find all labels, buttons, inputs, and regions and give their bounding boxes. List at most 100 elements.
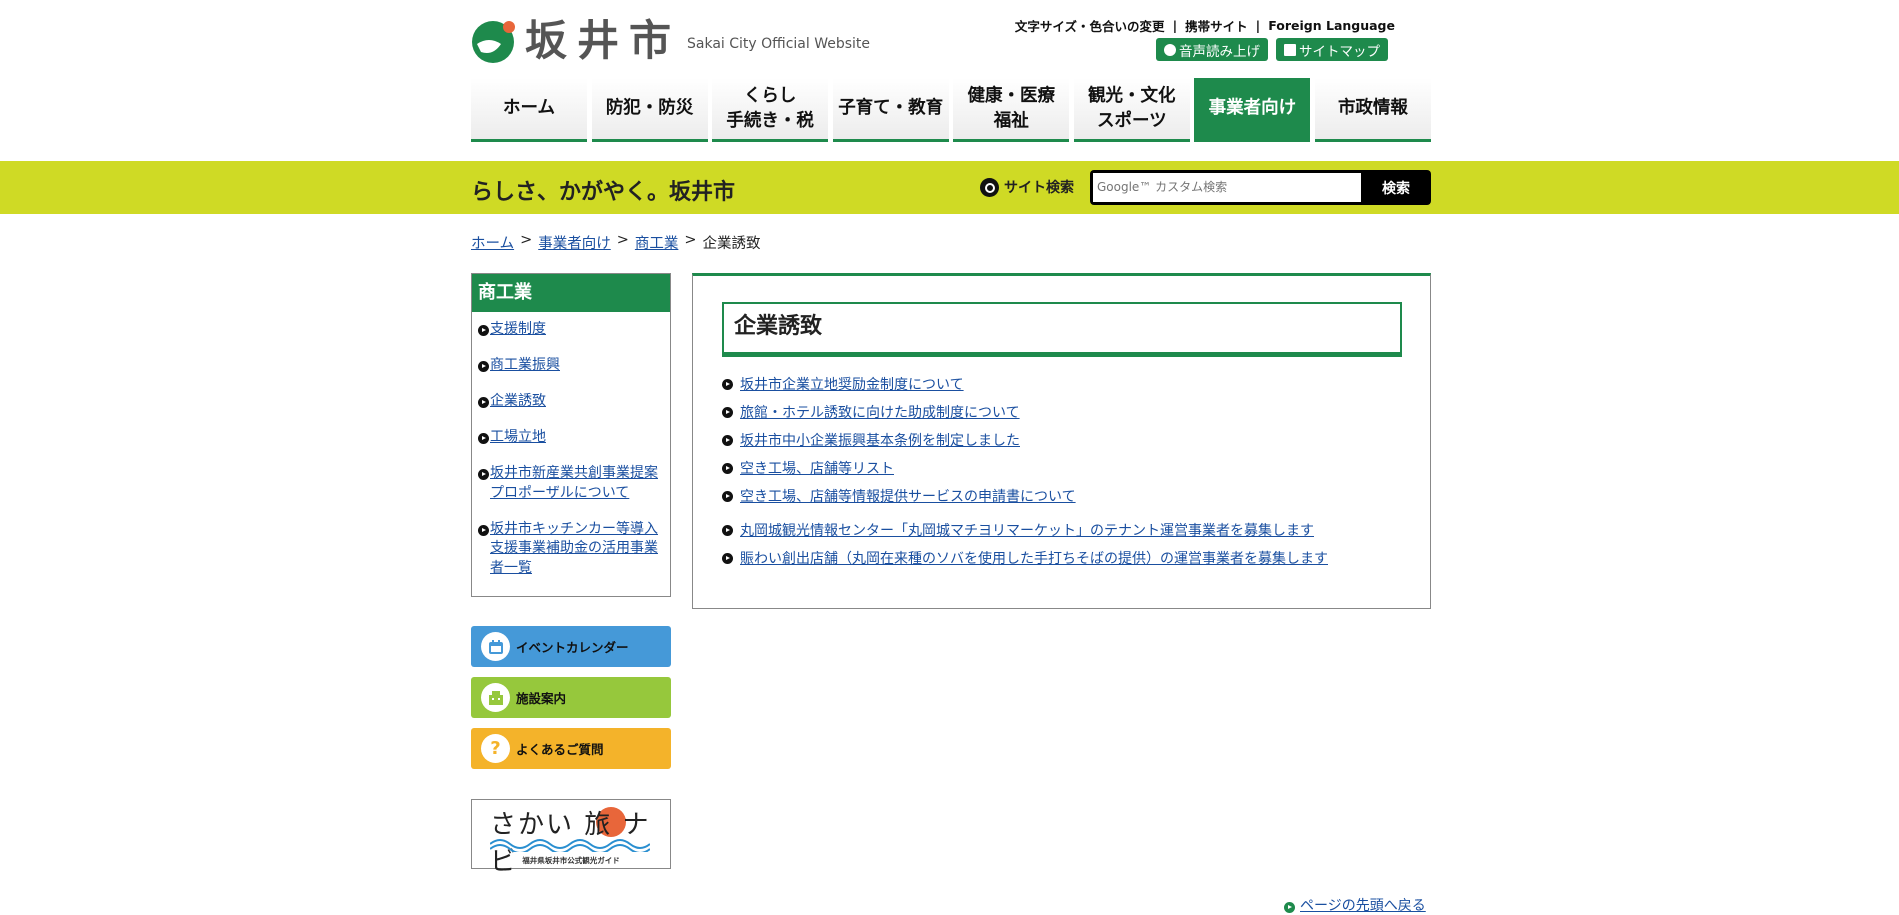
logo-mark-icon xyxy=(471,18,517,64)
page-top-label: ページの先頭へ戻る xyxy=(1300,898,1426,914)
nav-living[interactable]: くらし 手続き・税 xyxy=(712,78,829,142)
content-link[interactable]: 賑わい創出店舗（丸岡在来種のソバを使用した手打ちそばの提供）の運営事業者を募集し… xyxy=(740,550,1328,568)
content-link[interactable]: 空き工場、店舗等情報提供サービスの申請書について xyxy=(740,488,1076,506)
list-item: 空き工場、店舗等リスト xyxy=(722,460,1328,488)
calendar-icon xyxy=(481,632,510,661)
sidebar-link[interactable]: 坂井市キッチンカー等導入支援事業補助金の活用事業者一覧 xyxy=(490,520,660,579)
slogan: らしさ、かがやく。坂井市 xyxy=(471,180,736,205)
content-link[interactable]: 空き工場、店舗等リスト xyxy=(740,460,894,478)
nav-business[interactable]: 事業者向け xyxy=(1194,78,1311,142)
search-input[interactable] xyxy=(1093,173,1361,202)
global-nav: ホーム 防犯・防災 くらし 手続き・税 子育て・教育 健康・医療 福祉 観光・文… xyxy=(471,78,1431,142)
sidebar-menu: 商工業 支援制度 商工業振興 企業誘致 工場立地 坂井市新産業共創事業提案プロポ… xyxy=(471,273,671,597)
content-link[interactable]: 丸岡城観光情報センター「丸岡城マチヨリマーケット」のテナント運営事業者を募集しま… xyxy=(740,522,1314,540)
list-item: 坂井市中小企業振興基本条例を制定しました xyxy=(722,432,1328,460)
facilities-button[interactable]: 施設案内 xyxy=(471,677,671,718)
faq-label: よくあるご質問 xyxy=(516,742,604,757)
sidebar-link[interactable]: 商工業振興 xyxy=(490,356,560,376)
list-item: 丸岡城観光情報センター「丸岡城マチヨリマーケット」のテナント運営事業者を募集しま… xyxy=(722,522,1328,550)
link-list: 坂井市企業立地奨励金制度について 旅館・ホテル誘致に向けた助成制度について 坂井… xyxy=(722,376,1328,578)
search-box: 検索 xyxy=(1090,170,1431,205)
content-link[interactable]: 旅館・ホテル誘致に向けた助成制度について xyxy=(740,404,1020,422)
sidebar-link[interactable]: 支援制度 xyxy=(490,320,546,340)
building-icon xyxy=(481,683,510,712)
search-label-text: サイト検索 xyxy=(1004,180,1074,196)
sitemap-label: サイトマップ xyxy=(1299,43,1380,60)
nav-city-info[interactable]: 市政情報 xyxy=(1314,78,1431,142)
logo-text: 坂井市 xyxy=(525,16,682,65)
event-calendar-button[interactable]: イベントカレンダー xyxy=(471,626,671,667)
sitemap-icon xyxy=(1284,43,1296,56)
sidebar-link[interactable]: 工場立地 xyxy=(490,428,546,448)
page-title: 企業誘致 xyxy=(722,302,1402,357)
font-color-settings-link[interactable]: 文字サイズ・色合いの変更 xyxy=(1015,16,1165,35)
arrow-bullet-icon xyxy=(722,435,733,446)
breadcrumb-sep: > xyxy=(616,232,629,248)
event-calendar-label: イベントカレンダー xyxy=(516,640,629,655)
sidebar-list: 支援制度 商工業振興 企業誘致 工場立地 坂井市新産業共創事業提案プロポーザルに… xyxy=(472,312,670,578)
nav-childcare[interactable]: 子育て・教育 xyxy=(832,78,949,142)
nav-tourism[interactable]: 観光・文化 スポーツ xyxy=(1073,78,1190,142)
separator: | xyxy=(1255,18,1261,33)
arrow-bullet-icon xyxy=(478,433,489,444)
voice-read-button[interactable]: 音声読み上げ xyxy=(1156,38,1268,61)
search-icon xyxy=(980,177,999,197)
breadcrumb-commerce[interactable]: 商工業 xyxy=(635,232,679,253)
site-logo[interactable]: 坂井市 Sakai City Official Website xyxy=(471,18,870,64)
sidebar-item: 商工業振興 xyxy=(478,356,660,376)
faq-button[interactable]: ? よくあるご質問 xyxy=(471,728,671,769)
mobile-site-link[interactable]: 携帯サイト xyxy=(1185,16,1248,35)
arrow-bullet-icon xyxy=(478,361,489,372)
arrow-bullet-icon xyxy=(478,524,489,536)
arrow-bullet-icon xyxy=(722,491,733,502)
breadcrumb-sep: > xyxy=(520,232,533,248)
up-arrow-icon xyxy=(1284,902,1295,913)
breadcrumb-home[interactable]: ホーム xyxy=(471,232,514,253)
sidebar-item: 支援制度 xyxy=(478,320,660,340)
list-item: 坂井市企業立地奨励金制度について xyxy=(722,376,1328,404)
logo-subtitle: Sakai City Official Website xyxy=(687,36,871,52)
breadcrumb-business[interactable]: 事業者向け xyxy=(538,232,611,253)
breadcrumb-sep: > xyxy=(684,232,697,248)
arrow-bullet-icon xyxy=(722,379,733,390)
foreign-language-link[interactable]: Foreign Language xyxy=(1268,18,1395,33)
sidebar-item: 坂井市キッチンカー等導入支援事業補助金の活用事業者一覧 xyxy=(478,520,660,579)
sidebar-item: 企業誘致 xyxy=(478,392,660,412)
arrow-bullet-icon xyxy=(722,525,733,536)
speaker-icon xyxy=(1164,43,1176,56)
page-top-link[interactable]: ページの先頭へ戻る xyxy=(1284,895,1426,915)
search-button[interactable]: 検索 xyxy=(1361,170,1431,205)
content-link[interactable]: 坂井市企業立地奨励金制度について xyxy=(740,376,964,394)
sidebar-item: 坂井市新産業共創事業提案プロポーザルについて xyxy=(478,464,660,503)
sidebar-link[interactable]: 企業誘致 xyxy=(490,392,546,412)
sidebar-title: 商工業 xyxy=(472,274,670,312)
list-item: 旅館・ホテル誘致に向けた助成制度について xyxy=(722,404,1328,432)
wave-decoration xyxy=(490,839,650,852)
arrow-bullet-icon xyxy=(722,463,733,474)
arrow-bullet-icon xyxy=(722,553,733,564)
arrow-bullet-icon xyxy=(478,397,489,408)
breadcrumb: ホーム > 事業者向け > 商工業 > 企業誘致 xyxy=(471,232,761,253)
nav-home[interactable]: ホーム xyxy=(471,78,587,142)
main-content: 企業誘致 坂井市企業立地奨励金制度について 旅館・ホテル誘致に向けた助成制度につ… xyxy=(692,273,1431,609)
question-icon: ? xyxy=(481,734,510,763)
sidebar-link[interactable]: 坂井市新産業共創事業提案プロポーザルについて xyxy=(490,464,660,503)
list-item: 空き工場、店舗等情報提供サービスの申請書について xyxy=(722,488,1328,516)
sidebar-item: 工場立地 xyxy=(478,428,660,448)
nav-safety[interactable]: 防犯・防災 xyxy=(591,78,708,142)
voice-read-label: 音声読み上げ xyxy=(1179,43,1260,60)
content-link[interactable]: 坂井市中小企業振興基本条例を制定しました xyxy=(740,432,1020,450)
sakai-tabi-navi-banner[interactable]: さかい 旅 ナビ 福井県坂井市公式観光ガイド xyxy=(471,799,671,877)
separator: | xyxy=(1172,18,1178,33)
sitemap-button[interactable]: サイトマップ xyxy=(1276,38,1388,61)
utility-links: 文字サイズ・色合いの変更 | 携帯サイト | Foreign Language xyxy=(1015,16,1395,35)
list-item: 賑わい創出店舗（丸岡在来種のソバを使用した手打ちそばの提供）の運営事業者を募集し… xyxy=(722,550,1328,578)
site-header: 坂井市 Sakai City Official Website 文字サイズ・色合… xyxy=(471,0,1431,160)
utility-buttons: 音声読み上げ サイトマップ xyxy=(1156,38,1388,61)
slogan-search-band: らしさ、かがやく。坂井市 サイト検索 検索 xyxy=(0,161,1899,214)
arrow-bullet-icon xyxy=(478,325,489,336)
site-search-label: サイト検索 xyxy=(980,177,1074,197)
banner-subtitle: 福井県坂井市公式観光ガイド xyxy=(522,856,620,865)
nav-health[interactable]: 健康・医療 福祉 xyxy=(953,78,1070,142)
arrow-bullet-icon xyxy=(478,469,489,480)
